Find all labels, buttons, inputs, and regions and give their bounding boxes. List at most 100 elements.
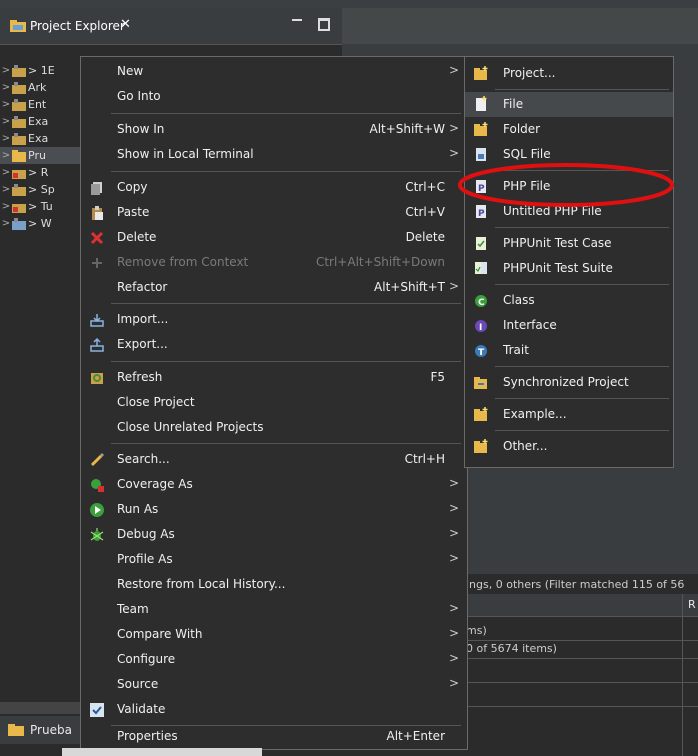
menu-item-label: Close Project	[117, 395, 195, 409]
menu-item-run-as[interactable]: Run As >	[81, 497, 467, 522]
menu-shortcut: Alt+Shift+W	[369, 122, 446, 136]
menu-item-close-unrelated-projects[interactable]: Close Unrelated Projects	[81, 415, 467, 440]
menu-item-new[interactable]: New >	[81, 59, 467, 84]
project-error-icon	[12, 169, 26, 179]
chevron-right-icon[interactable]: >	[0, 218, 12, 229]
tree-item-label: Exa	[28, 115, 49, 128]
menu-item-search[interactable]: Search... Ctrl+H	[81, 447, 467, 472]
tree-item[interactable]: > > W	[0, 215, 80, 232]
menu-item-label: Profile As	[117, 552, 173, 566]
menu-separator	[111, 443, 461, 444]
tree-item[interactable]: > > 1E	[0, 62, 80, 79]
menu-item-label: Source	[117, 677, 159, 691]
menu-item-paste[interactable]: Paste Ctrl+V	[81, 200, 467, 225]
chevron-right-icon[interactable]: >	[0, 99, 12, 110]
submenu-item-trait[interactable]: T Trait	[465, 338, 673, 363]
submenu-item-interface[interactable]: I Interface	[465, 313, 673, 338]
menu-item-go-into[interactable]: Go Into	[81, 84, 467, 109]
menu-item-import[interactable]: Import...	[81, 307, 467, 332]
submenu-item-project[interactable]: Project...	[465, 61, 673, 86]
problems-summary: ings, 0 others (Filter matched 115 of 56	[466, 578, 685, 591]
problems-row[interactable]: 0 of 5674 items)	[466, 642, 557, 655]
submenu-item-file[interactable]: File	[465, 92, 673, 117]
debug-icon	[90, 528, 104, 541]
tree-item-label: > W	[28, 217, 52, 230]
tree-item[interactable]: > Ent	[0, 96, 80, 113]
submenu-item-phpunit-test-suite[interactable]: PHPUnit Test Suite	[465, 256, 673, 281]
horizontal-scrollbar[interactable]	[0, 702, 80, 714]
menu-item-compare-with[interactable]: Compare With >	[81, 622, 467, 647]
menu-item-show-in-local-terminal[interactable]: Show in Local Terminal >	[81, 142, 467, 167]
menu-item-export[interactable]: Export...	[81, 332, 467, 357]
menu-item-restore-from-local-history[interactable]: Restore from Local History...	[81, 572, 467, 597]
tree-item[interactable]: > > R	[0, 164, 80, 181]
menu-item-copy[interactable]: Copy Ctrl+C	[81, 175, 467, 200]
tree-item[interactable]: > > Tu	[0, 198, 80, 215]
menu-item-refresh[interactable]: Refresh F5	[81, 365, 467, 390]
menu-item-configure[interactable]: Configure >	[81, 647, 467, 672]
chevron-right-icon[interactable]: >	[0, 65, 12, 76]
project-icon	[12, 115, 26, 128]
tree-item-label: Ent	[28, 98, 47, 111]
chevron-right-icon[interactable]: >	[0, 201, 12, 212]
chevron-right-icon[interactable]: >	[0, 150, 12, 161]
menu-item-coverage-as[interactable]: Coverage As >	[81, 472, 467, 497]
menu-item-close-project[interactable]: Close Project	[81, 390, 467, 415]
project-explorer-tab[interactable]: Project Explorer ✕	[0, 8, 342, 45]
submenu-item-other[interactable]: Other...	[465, 434, 673, 459]
search-icon	[90, 452, 105, 467]
run-icon	[90, 503, 104, 517]
menu-item-validate[interactable]: Validate	[81, 697, 467, 722]
bottom-project-tab[interactable]: Prueba	[0, 716, 80, 744]
submenu-item-synchronized-project[interactable]: Synchronized Project	[465, 370, 673, 395]
menu-item-team[interactable]: Team >	[81, 597, 467, 622]
chevron-right-icon[interactable]: >	[0, 184, 12, 195]
tree-item[interactable]: > > Sp	[0, 181, 80, 198]
menu-shortcut: Alt+Enter	[386, 729, 445, 743]
chevron-right-icon[interactable]: >	[0, 133, 12, 144]
menu-item-properties[interactable]: Properties Alt+Enter	[81, 724, 467, 749]
menu-item-refactor[interactable]: Refactor Alt+Shift+T >	[81, 275, 467, 300]
submenu-item-folder[interactable]: Folder	[465, 117, 673, 142]
submenu-arrow-icon: >	[448, 526, 459, 540]
tree-item-selected[interactable]: > Pru	[0, 147, 80, 164]
tree-item[interactable]: > Exa	[0, 113, 80, 130]
close-icon[interactable]: ✕	[120, 17, 131, 32]
chevron-right-icon[interactable]: >	[0, 82, 12, 93]
phpunit-test-case-icon	[476, 237, 486, 250]
menu-item-delete[interactable]: Delete Delete	[81, 225, 467, 250]
menu-item-profile-as[interactable]: Profile As >	[81, 547, 467, 572]
menu-item-label: Show In	[117, 122, 165, 136]
menu-item-label: Team	[117, 602, 149, 616]
menu-item-label: Run As	[117, 502, 159, 516]
menu-item-label: Close Unrelated Projects	[117, 420, 264, 434]
menu-separator	[111, 113, 461, 114]
tree-item[interactable]: > Exa	[0, 130, 80, 147]
project-explorer-icon	[10, 20, 26, 32]
project-tree: > > 1E > Ark > Ent > Exa > Exa > Pru > > R > > S…	[0, 62, 80, 232]
tree-item[interactable]: > Ark	[0, 79, 80, 96]
menu-item-show-in[interactable]: Show In Alt+Shift+W >	[81, 117, 467, 142]
submenu-item-label: Project...	[503, 66, 556, 80]
submenu-item-phpunit-test-case[interactable]: PHPUnit Test Case	[465, 231, 673, 256]
chevron-right-icon[interactable]: >	[0, 116, 12, 127]
submenu-item-class[interactable]: C Class	[465, 288, 673, 313]
maximize-icon[interactable]	[318, 18, 330, 31]
menu-item-source[interactable]: Source >	[81, 672, 467, 697]
new-submenu: Project... File Folder SQL File P PHP Fi…	[464, 56, 674, 468]
phpunit-test-suite-icon	[475, 262, 487, 274]
chevron-right-icon[interactable]: >	[0, 167, 12, 178]
new-folder-icon	[474, 122, 488, 136]
problems-row[interactable]: ms)	[466, 624, 487, 637]
minimize-icon[interactable]	[292, 19, 302, 21]
problems-column-header[interactable]	[462, 594, 698, 617]
validate-check-icon	[90, 703, 104, 717]
submenu-item-label: Example...	[503, 407, 567, 421]
submenu-item-example[interactable]: Example...	[465, 402, 673, 427]
submenu-arrow-icon: >	[448, 476, 459, 490]
menu-item-label: Go Into	[117, 89, 161, 103]
tree-item-label: Pru	[28, 149, 46, 162]
menu-item-debug-as[interactable]: Debug As >	[81, 522, 467, 547]
menu-item-label: Configure	[117, 652, 176, 666]
project-icon	[12, 132, 26, 145]
